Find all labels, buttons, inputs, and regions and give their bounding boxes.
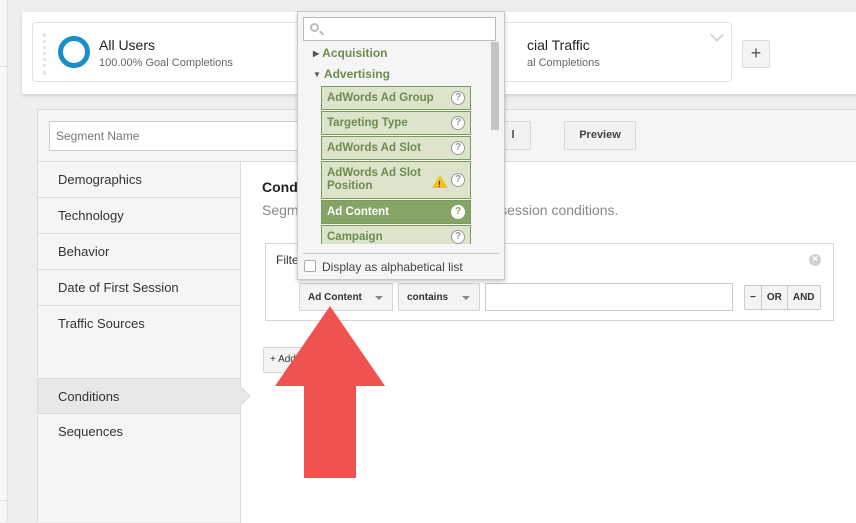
segment-title: cial Traffic: [527, 37, 590, 53]
arrow-shape: [275, 306, 385, 478]
warning-icon: !: [432, 175, 448, 189]
dimension-value: Ad Content: [308, 292, 362, 303]
caret-down-icon: [375, 296, 383, 300]
option-label: AdWords Ad Group: [327, 92, 434, 104]
option-label: Ad Content: [327, 206, 389, 218]
option-adwords-ad-group[interactable]: AdWords Ad Group?: [321, 86, 471, 110]
dimension-search-input[interactable]: [303, 17, 496, 41]
alphabetical-label: Display as alphabetical list: [322, 260, 463, 274]
or-button[interactable]: OR: [762, 286, 788, 309]
segment-subtitle: al Completions: [527, 57, 600, 69]
option-adwords-ad-slot-position[interactable]: AdWords Ad Slot Position!?: [321, 161, 471, 199]
sidebar-item-date-of-first-session[interactable]: Date of First Session: [38, 270, 240, 306]
sidebar-item-behavior[interactable]: Behavior: [38, 234, 240, 270]
add-segment-button[interactable]: +: [742, 40, 770, 68]
category-label: Advertising: [323, 67, 390, 81]
scrollbar[interactable]: [491, 42, 499, 130]
category-label: Acquisition: [322, 46, 388, 60]
filter-value-input[interactable]: [485, 283, 733, 311]
search-icon: [310, 23, 319, 32]
segment-subtitle: 100.00% Goal Completions: [99, 57, 233, 69]
option-campaign[interactable]: Campaign?: [321, 225, 471, 244]
sidebar-item-technology[interactable]: Technology: [38, 198, 240, 234]
option-ad-content[interactable]: Ad Content?: [321, 200, 471, 224]
help-icon[interactable]: ?: [451, 116, 465, 130]
option-targeting-type[interactable]: Targeting Type?: [321, 111, 471, 135]
conditions-title: Cond: [262, 179, 298, 195]
and-button[interactable]: AND: [788, 286, 820, 309]
filter-label: Filte: [276, 253, 299, 267]
drag-handle[interactable]: [43, 33, 47, 75]
red-arrow-annotation: [275, 306, 385, 478]
option-label: Campaign: [327, 231, 383, 243]
chevron-down-icon[interactable]: [710, 28, 724, 42]
sidebar-item-conditions[interactable]: Conditions: [38, 378, 240, 414]
option-label: AdWords Ad Slot: [327, 142, 421, 154]
segment-title: All Users: [99, 37, 156, 53]
sidebar-item-demographics[interactable]: Demographics: [38, 162, 240, 198]
caret-down-icon: ▼: [313, 70, 321, 79]
help-icon[interactable]: ?: [451, 230, 465, 244]
remove-condition-button[interactable]: −: [745, 286, 762, 309]
dimension-picker-popup: ▶ Acquisition ▼ Advertising AdWords Ad Gro…: [297, 11, 505, 280]
alphabetical-checkbox[interactable]: [304, 260, 316, 272]
donut-icon: [58, 36, 90, 68]
category-advertising[interactable]: ▼ Advertising: [313, 67, 390, 81]
segment-name-input[interactable]: Segment Name: [49, 121, 309, 151]
caret-right-icon: ▶: [313, 49, 320, 58]
operator-dropdown[interactable]: contains: [398, 283, 480, 311]
sidebar-item-traffic-sources[interactable]: Traffic Sources: [38, 306, 240, 342]
help-icon[interactable]: ?: [451, 141, 465, 155]
divider: [303, 253, 499, 254]
segment-card-all-users[interactable]: All Users 100.00% Goal Completions: [32, 22, 322, 82]
editor-sidebar: Demographics Technology Behavior Date of…: [38, 162, 240, 523]
sidebar-item-sequences[interactable]: Sequences: [38, 414, 240, 450]
left-edge-strip: [0, 0, 8, 522]
remove-filter-icon[interactable]: ×: [809, 254, 821, 266]
help-icon[interactable]: ?: [451, 173, 465, 187]
segment-card-social-traffic[interactable]: cial Traffic al Completions: [482, 22, 732, 82]
option-label: Targeting Type: [327, 117, 408, 129]
preview-button[interactable]: Preview: [564, 121, 636, 150]
logic-buttons: − OR AND: [744, 285, 821, 310]
caret-down-icon: [462, 296, 470, 300]
option-list: AdWords Ad Group? Targeting Type? AdWord…: [320, 86, 472, 244]
help-icon[interactable]: ?: [451, 91, 465, 105]
help-icon[interactable]: ?: [451, 205, 465, 219]
operator-value: contains: [407, 292, 449, 303]
option-adwords-ad-slot[interactable]: AdWords Ad Slot?: [321, 136, 471, 160]
option-label: AdWords Ad Slot Position: [327, 167, 421, 192]
category-acquisition[interactable]: ▶ Acquisition: [313, 46, 388, 60]
